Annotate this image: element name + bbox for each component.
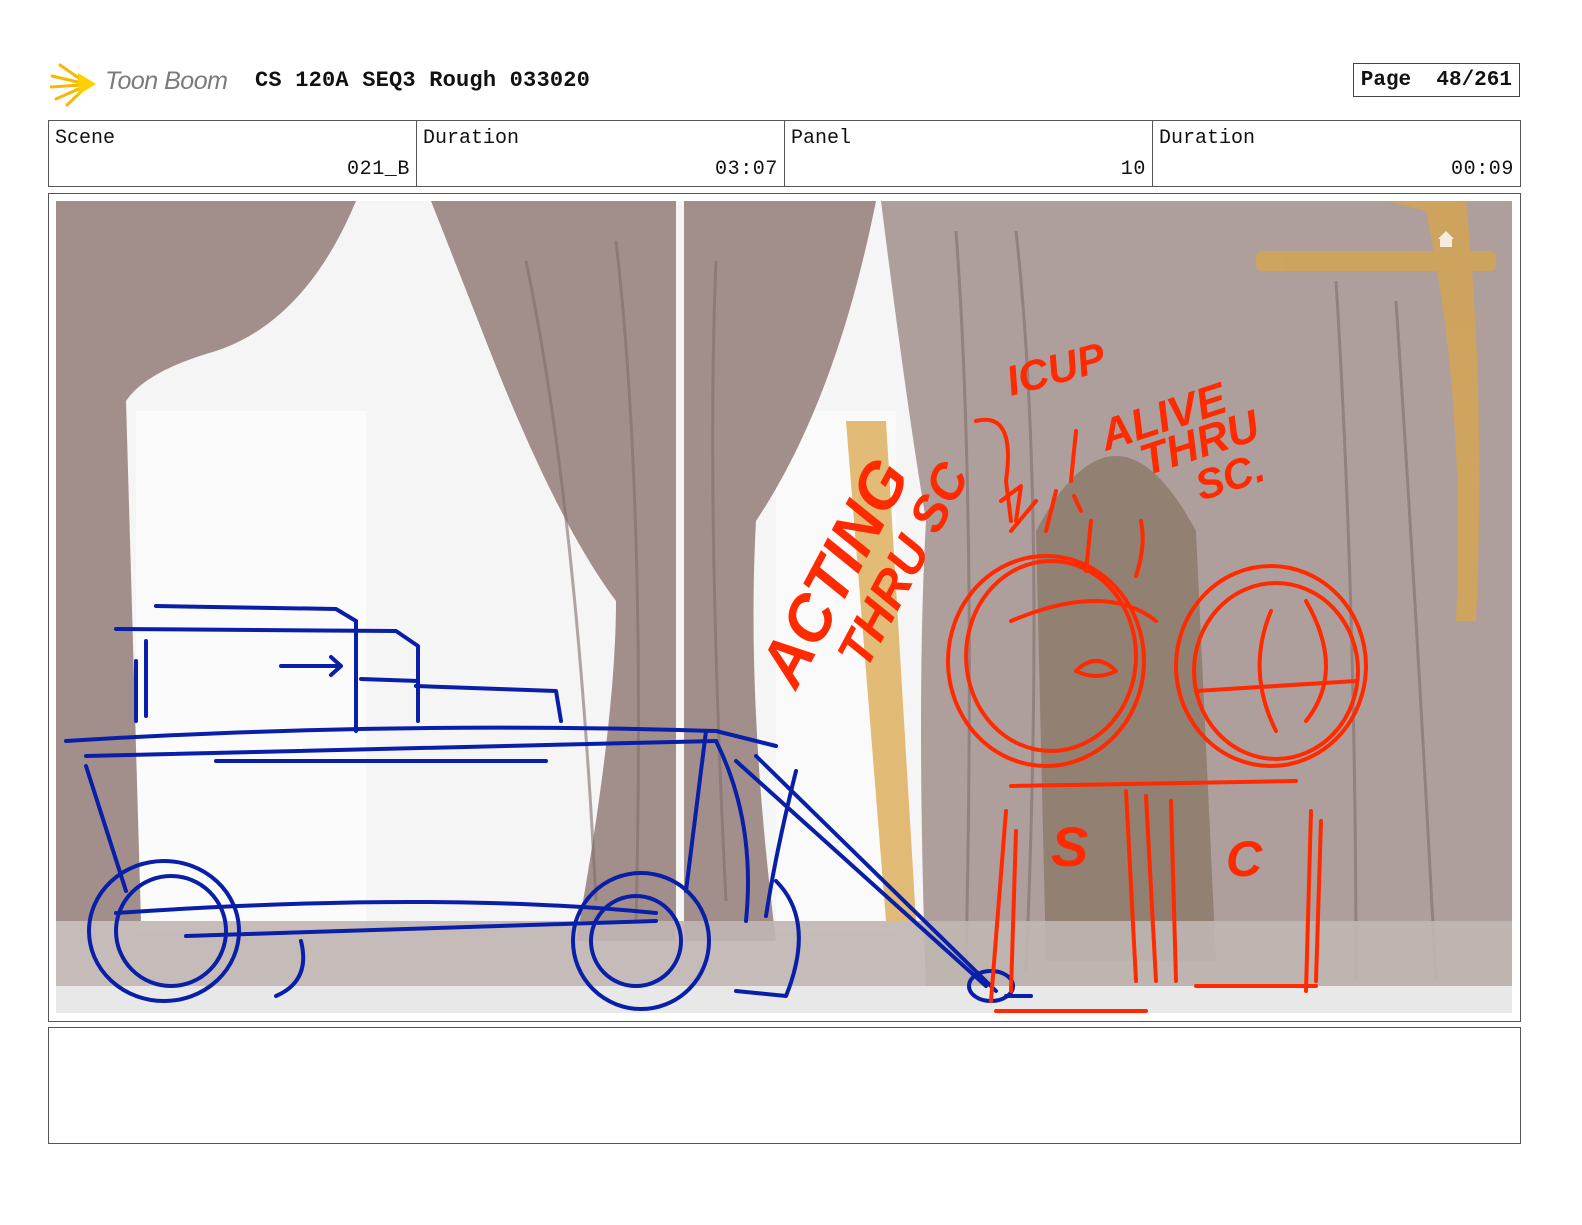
annotation-s: S bbox=[1051, 815, 1088, 878]
panel-label: Panel bbox=[791, 127, 852, 150]
header: Toon Boom CS 120A SEQ3 Rough 033020 Page… bbox=[48, 55, 1530, 111]
page-label: Page bbox=[1360, 69, 1412, 92]
panel-cell: Panel 10 bbox=[785, 121, 1153, 186]
page-value: 48/261 bbox=[1436, 69, 1512, 92]
panel-duration-value: 00:09 bbox=[1450, 158, 1514, 181]
panel-notes bbox=[48, 1027, 1521, 1144]
storyboard-panel: ACTING THRU SC ICUP ALIVE THRU SC. S C bbox=[48, 193, 1521, 1022]
scene-cell: Scene 021_B bbox=[49, 121, 417, 186]
panel-duration-cell: Duration 00:09 bbox=[1153, 121, 1520, 186]
panel-value: 10 bbox=[1120, 158, 1146, 181]
panel-metadata: Scene 021_B Duration 03:07 Panel 10 Dura… bbox=[48, 120, 1521, 187]
panel-duration-label: Duration bbox=[1159, 127, 1256, 150]
panel-artwork: ACTING THRU SC ICUP ALIVE THRU SC. S C bbox=[56, 201, 1512, 1013]
toon-boom-logo: Toon Boom bbox=[48, 57, 250, 109]
starburst-icon bbox=[48, 63, 96, 107]
logo-text: Toon Boom bbox=[105, 67, 228, 95]
scene-value: 021_B bbox=[346, 158, 410, 181]
scene-label: Scene bbox=[55, 127, 116, 150]
scene-duration-value: 03:07 bbox=[714, 158, 778, 181]
scene-duration-cell: Duration 03:07 bbox=[417, 121, 785, 186]
annotation-c: C bbox=[1226, 831, 1263, 887]
document-title: CS 120A SEQ3 Rough 033020 bbox=[255, 68, 591, 93]
scene-duration-label: Duration bbox=[423, 127, 520, 150]
page-indicator: Page 48/261 bbox=[1352, 63, 1520, 97]
